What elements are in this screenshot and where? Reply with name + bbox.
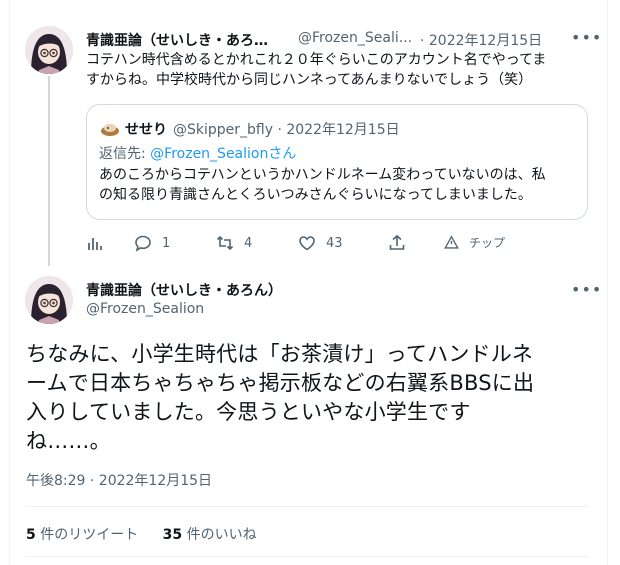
avatar[interactable] (25, 26, 73, 74)
like-button[interactable]: 43 (298, 234, 343, 252)
author-name[interactable]: 青識亜論（せいしき・あろ… (86, 30, 268, 50)
retweet-button[interactable]: 4 (216, 234, 252, 252)
quoted-author-name[interactable]: せせり (125, 119, 167, 139)
main-text-line-2: ームで日本ちゃちゃちゃ掲示板などの右翼系BBSに出 (26, 371, 535, 395)
main-text-line-1: ちなみに、小学生時代は「お茶漬け」ってハンドルネ (26, 342, 534, 366)
author-handle[interactable]: @Frozen_Seali... (298, 30, 412, 46)
reply-button[interactable]: 1 (134, 234, 170, 252)
analytics-icon (88, 238, 102, 250)
more-icon[interactable]: ••• (571, 280, 602, 299)
quoted-tweet-text: あのころからコテハンというかハンドルネーム変わっていないのは、私 の知る限り青識… (99, 165, 579, 205)
quoted-text-line-1: あのころからコテハンというかハンドルネーム変わっていないのは、私 (99, 167, 546, 183)
retweets-label: 件のリツイート (40, 527, 139, 543)
reply-count: 1 (162, 235, 171, 251)
quoted-text-line-2: の知る限り青識さんとくろいつみさんぐらいになってしまいました。 (99, 187, 532, 203)
divider (26, 506, 588, 507)
frame-border-right (607, 0, 608, 565)
tip-label: チップ (469, 236, 506, 250)
avatar[interactable] (25, 276, 73, 324)
tweet-text-line-2: すからね。中学校時代から同じハンネってあんまりないでしょう（笑） (86, 72, 533, 88)
main-text-line-4: ね……。 (26, 429, 111, 453)
tweet-text-line-1: コテハン時代含めるとかれこれ２０年ぐらいこのアカウント名でやってま (86, 52, 547, 68)
retweet-count: 4 (244, 235, 253, 251)
divider (26, 556, 588, 557)
thread-line (48, 76, 50, 266)
frame-border-left (9, 0, 10, 565)
tip-icon (444, 235, 459, 249)
tweet-stats: 5 件のリツイート 35 件のいいね (26, 524, 277, 544)
like-count: 43 (326, 235, 343, 251)
share-icon (389, 234, 405, 250)
tweet-date[interactable]: · 2022年12月15日 (420, 30, 542, 50)
likes-count: 35 (162, 527, 183, 543)
reply-context-link[interactable]: @Frozen_Sealionさん (150, 146, 296, 162)
main-text-line-3: 入りしていました。今思うといやな小学生です (26, 400, 471, 424)
retweet-icon (216, 235, 234, 251)
more-icon[interactable]: ••• (571, 28, 602, 47)
analytics-button[interactable] (86, 234, 104, 252)
tweet-timestamp[interactable]: 午後8:29 · 2022年12月15日 (26, 470, 212, 490)
reply-context-prefix: 返信先: (99, 146, 151, 162)
share-button[interactable] (388, 234, 406, 252)
likes-stat[interactable]: 35 件のいいね (163, 527, 257, 543)
quoted-tweet-card[interactable]: せせり @Skipper_bfly · 2022年12月15日 返信先: @Fr… (86, 104, 588, 220)
avatar-illustration (25, 276, 73, 324)
reply-icon (135, 235, 151, 252)
likes-label: 件のいいね (186, 527, 257, 543)
retweets-count: 5 (26, 527, 36, 543)
reply-context: 返信先: @Frozen_Sealionさん (99, 143, 296, 163)
main-tweet-text: ちなみに、小学生時代は「お茶漬け」ってハンドルネ ームで日本ちゃちゃちゃ掲示板な… (26, 340, 586, 456)
main-author-handle[interactable]: @Frozen_Sealion (86, 301, 204, 317)
tip-button[interactable]: チップ (444, 234, 505, 251)
quoted-avatar-icon (101, 124, 119, 136)
retweets-stat[interactable]: 5 件のリツイート (26, 527, 138, 543)
avatar-illustration (25, 26, 73, 74)
like-icon (299, 236, 315, 251)
main-author-name[interactable]: 青識亜論（せいしき・あろん） (86, 280, 282, 300)
quoted-author-handle[interactable]: @Skipper_bfly · 2022年12月15日 (173, 119, 400, 139)
